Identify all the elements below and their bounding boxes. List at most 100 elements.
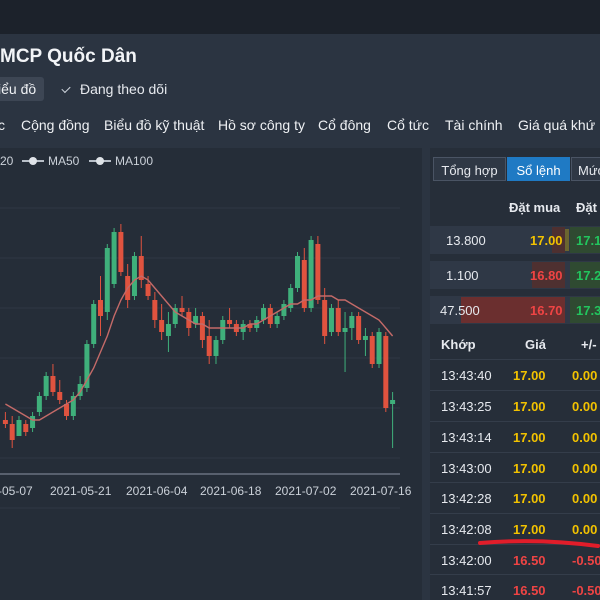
- nav-item-company-profile[interactable]: Hồ sơ công ty: [218, 117, 305, 133]
- ask-header: Đặt: [576, 200, 597, 215]
- candle-body: [2, 420, 8, 424]
- match-time: 13:43:14: [441, 430, 492, 445]
- nav-item-community[interactable]: Cộng đồng: [21, 117, 90, 133]
- nav-item-shareholders[interactable]: Cổ đông: [318, 117, 371, 133]
- candle-body: [131, 256, 137, 296]
- book-ask: 17.1: [576, 233, 600, 248]
- candle-body: [98, 300, 103, 316]
- match-price: 16.50: [513, 583, 546, 598]
- x-tick-label: -05-07: [0, 484, 33, 498]
- candle-body: [349, 316, 355, 328]
- candle-body: [376, 332, 382, 364]
- match-change: 0.00: [572, 399, 598, 414]
- follow-label: Đang theo dõi: [80, 81, 168, 97]
- match-time: 13:43:40: [441, 368, 492, 383]
- tab-summary[interactable]: Tổng hợp: [433, 157, 506, 181]
- book-bid: 16.80: [530, 268, 563, 283]
- candle-body: [159, 320, 165, 332]
- match-row-separator: [430, 359, 600, 360]
- candle-body: [356, 316, 362, 340]
- candle-body: [145, 284, 151, 296]
- candlestick-chart[interactable]: -05-07 2021-05-21 2021-06-04 2021-06-18 2021…: [0, 148, 422, 600]
- candle-body: [390, 400, 396, 404]
- match-time: 13:41:57: [441, 583, 492, 598]
- match-price: 17.00: [513, 368, 546, 383]
- book-ask: 17.2: [576, 268, 600, 283]
- book-bid: 17.00: [530, 233, 563, 248]
- match-row-separator: [430, 513, 600, 514]
- match-time-header: Khớp: [441, 337, 476, 352]
- top-bar: [0, 0, 600, 34]
- candle-body: [206, 336, 212, 356]
- price-chart-panel[interactable]: -05-07 2021-05-21 2021-06-04 2021-06-18 2021…: [0, 148, 422, 600]
- legend-ma50-dot: [29, 157, 37, 165]
- candle-body: [308, 240, 314, 308]
- tab-order-book[interactable]: Sổ lệnh: [507, 157, 570, 181]
- match-price: 17.00: [513, 491, 546, 506]
- nav-item-finance[interactable]: Tài chính: [445, 117, 503, 133]
- x-tick-label: 2021-05-21: [50, 484, 112, 498]
- candle-body: [335, 308, 341, 332]
- candle-body: [91, 304, 97, 344]
- x-tick-label: 2021-07-02: [275, 484, 337, 498]
- candle-body: [281, 304, 287, 316]
- candle-body: [104, 248, 110, 312]
- match-time: 13:42:00: [441, 553, 492, 568]
- nav-item-price-history[interactable]: Giá quá khứ: [518, 117, 595, 133]
- legend-ma100-dot: [96, 157, 104, 165]
- candle-body: [30, 416, 36, 428]
- match-row-separator: [430, 482, 600, 483]
- nav-item-dividends[interactable]: Cổ tức: [387, 117, 429, 133]
- candle-body: [57, 392, 63, 400]
- candle-body: [213, 340, 219, 356]
- stock-title: MCP Quốc Dân: [0, 46, 137, 67]
- tab-level[interactable]: Mức: [571, 157, 600, 181]
- chart-button[interactable]: iểu đồ: [0, 77, 44, 101]
- match-change: 0.00: [572, 430, 598, 445]
- x-tick-label: 2021-06-18: [200, 484, 262, 498]
- candle-body: [295, 256, 300, 288]
- match-row-separator: [430, 452, 600, 453]
- match-change: 0.00: [572, 461, 598, 476]
- candle-body: [342, 328, 348, 332]
- follow-toggle[interactable]: Đang theo dõi: [61, 81, 168, 97]
- nav-item-technical-chart[interactable]: Biểu đồ kỹ thuật: [104, 117, 204, 133]
- match-time: 13:43:00: [441, 461, 492, 476]
- candle-body: [315, 244, 321, 300]
- candle-body: [43, 376, 49, 396]
- book-ask: 17.3: [576, 303, 600, 318]
- bid-header: Đặt mua: [509, 200, 561, 215]
- x-tick-label: 2021-06-04: [126, 484, 188, 498]
- candle-body: [165, 324, 171, 336]
- candle-body: [199, 316, 205, 340]
- match-price: 17.00: [513, 522, 546, 537]
- match-price-header: Giá: [525, 337, 546, 352]
- match-row-separator: [430, 421, 600, 422]
- red-underline-mark: [478, 539, 600, 548]
- match-change: -0.50: [572, 553, 600, 568]
- candle-body: [322, 300, 328, 336]
- match-price: 17.00: [513, 430, 546, 445]
- match-change-header: +/-: [581, 337, 597, 352]
- candle-body: [328, 308, 334, 332]
- match-price: 16.50: [513, 553, 546, 568]
- match-row-separator: [430, 390, 600, 391]
- legend-ma20-label: 20: [0, 154, 14, 168]
- candle-body: [50, 376, 56, 392]
- match-time: 13:43:25: [441, 399, 492, 414]
- candle-body: [362, 336, 368, 340]
- match-time: 13:42:28: [441, 491, 492, 506]
- candle-body: [118, 232, 124, 272]
- check-icon: [61, 83, 71, 94]
- match-price: 17.00: [513, 399, 546, 414]
- nav-item-truncated[interactable]: c: [0, 117, 5, 133]
- book-vol: 1.100: [446, 268, 479, 283]
- match-row-separator: [430, 574, 600, 575]
- candle-body: [111, 232, 117, 284]
- legend-ma50-label: MA50: [48, 154, 80, 168]
- book-bid: 16.70: [530, 303, 563, 318]
- candle-body: [23, 424, 29, 432]
- candle-body: [36, 396, 42, 412]
- legend-ma100-label: MA100: [115, 154, 154, 168]
- book-vol: 13.800: [446, 233, 486, 248]
